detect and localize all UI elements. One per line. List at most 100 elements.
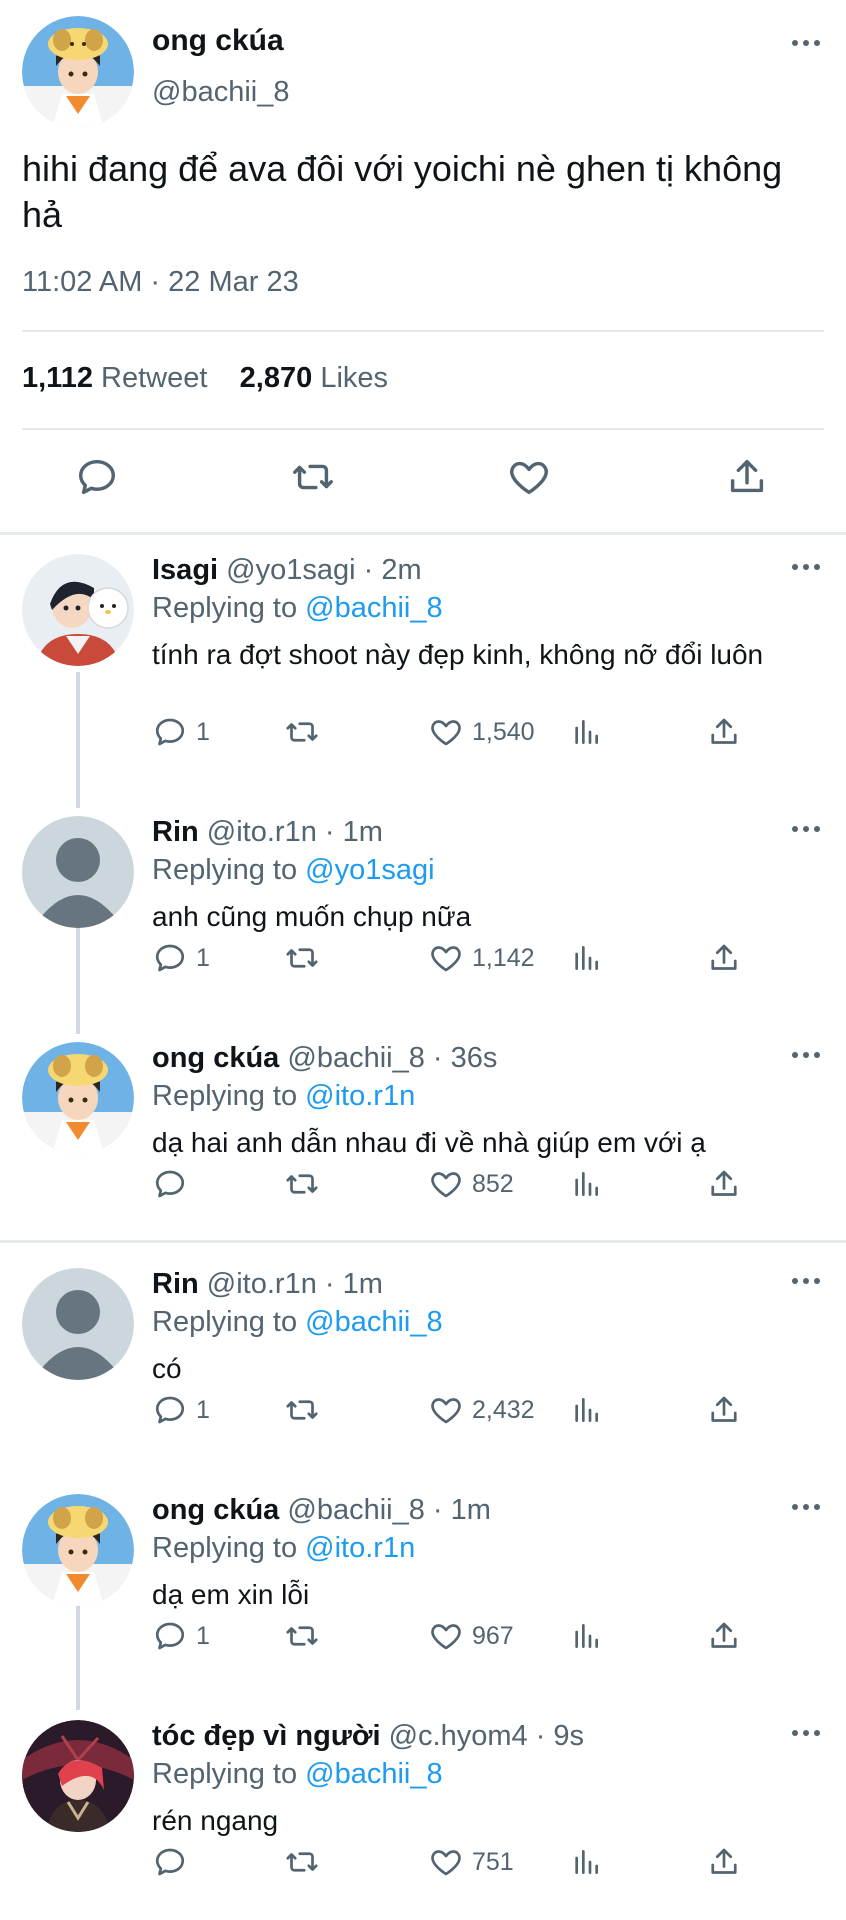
reply-tweet: Rin @ito.r1n · 1m Replying to @yo1sagi a… — [0, 802, 846, 1012]
views-button[interactable] — [570, 1390, 602, 1430]
tweet-text: hihi đang để ava đôi với yoichi nè ghen … — [22, 148, 783, 235]
views-button[interactable] — [570, 938, 602, 978]
reply-author-name[interactable]: ong ckúa — [152, 1042, 279, 1074]
views-button[interactable] — [570, 712, 602, 752]
reply-header: ong ckúa @bachii_8 · 36s — [152, 1042, 498, 1074]
retweet-button[interactable] — [284, 1842, 320, 1882]
more-options-icon[interactable] — [792, 1504, 820, 1510]
isagi-avatar[interactable] — [22, 554, 134, 666]
reply-time[interactable]: 36s — [451, 1042, 498, 1074]
more-options-icon[interactable] — [792, 40, 820, 46]
reply-author-name[interactable]: ong ckúa — [152, 1494, 279, 1526]
views-button[interactable] — [570, 1164, 602, 1204]
share-button[interactable] — [706, 1390, 742, 1430]
like-icon — [431, 1624, 461, 1650]
engagement-stats: 1,112 Retweet 2,870 Likes — [22, 362, 388, 395]
replying-to-handle[interactable]: @yo1sagi — [305, 854, 434, 886]
more-options-icon[interactable] — [792, 564, 820, 570]
like-button[interactable]: 852 — [428, 1164, 514, 1204]
share-icon[interactable] — [724, 454, 770, 500]
replying-to-handle[interactable]: @bachii_8 — [305, 1306, 442, 1338]
like-button[interactable]: 1,540 — [428, 712, 535, 752]
default-avatar[interactable] — [22, 1268, 134, 1380]
like-icon — [431, 1172, 461, 1198]
like-button[interactable]: 2,432 — [428, 1390, 535, 1430]
reply-actions: 751 — [152, 1842, 752, 1882]
bachii-avatar[interactable] — [22, 1494, 134, 1606]
reply-author-handle[interactable]: @yo1sagi — [226, 554, 355, 586]
reply-time[interactable]: 1m — [343, 1268, 383, 1300]
author-handle[interactable]: @bachii_8 — [152, 76, 289, 109]
retweet-button[interactable] — [284, 1390, 320, 1430]
reply-time[interactable]: 2m — [381, 554, 421, 586]
like-button[interactable]: 751 — [428, 1842, 514, 1882]
default-avatar[interactable] — [22, 816, 134, 928]
reply-time[interactable]: 9s — [553, 1720, 584, 1752]
reply-author-handle[interactable]: @bachii_8 — [287, 1042, 424, 1074]
share-icon — [711, 1170, 737, 1196]
views-button[interactable] — [570, 1842, 602, 1882]
reply-icon[interactable] — [74, 454, 120, 500]
reply-tweet: ong ckúa @bachii_8 · 1m Replying to @ito… — [0, 1480, 846, 1690]
retweet-button[interactable] — [284, 1616, 320, 1656]
more-options-icon[interactable] — [792, 826, 820, 832]
likes-count[interactable]: 2,870 — [240, 362, 313, 394]
views-button[interactable] — [570, 1616, 602, 1656]
more-options-icon[interactable] — [792, 1278, 820, 1284]
reply-count: 1 — [196, 1621, 210, 1650]
author-name[interactable]: ong ckúa — [152, 24, 284, 58]
reply-text: dạ em xin lỗi — [152, 1579, 310, 1610]
like-icon — [431, 720, 461, 746]
replying-to-handle[interactable]: @ito.r1n — [305, 1532, 415, 1564]
share-button[interactable] — [706, 1164, 742, 1204]
retweet-button[interactable] — [284, 938, 320, 978]
tweet-timestamp[interactable]: 11:02 AM · 22 Mar 23 — [22, 266, 299, 299]
likes-label[interactable]: Likes — [320, 362, 388, 394]
share-button[interactable] — [706, 1616, 742, 1656]
reply-button[interactable] — [152, 1842, 196, 1882]
share-button[interactable] — [706, 938, 742, 978]
retweet-icon — [286, 1852, 318, 1872]
reply-author-name[interactable]: tóc đẹp vì người — [152, 1720, 381, 1752]
like-button[interactable]: 1,142 — [428, 938, 535, 978]
more-options-icon[interactable] — [792, 1730, 820, 1736]
retweet-icon[interactable] — [290, 454, 336, 500]
reply-author-handle[interactable]: @c.hyom4 — [389, 1720, 528, 1752]
retweet-label[interactable]: Retweet — [101, 362, 207, 394]
reply-author-handle[interactable]: @bachii_8 — [287, 1494, 424, 1526]
reply-button[interactable]: 1 — [152, 938, 210, 978]
reply-button[interactable]: 1 — [152, 1616, 210, 1656]
reply-header: Isagi @yo1sagi · 2m — [152, 554, 422, 586]
share-button[interactable] — [706, 1842, 742, 1882]
reply-text: rén ngang — [152, 1805, 279, 1836]
reply-button[interactable]: 1 — [152, 712, 210, 752]
reply-time[interactable]: 1m — [343, 816, 383, 848]
retweet-button[interactable] — [284, 712, 320, 752]
retweet-button[interactable] — [284, 1164, 320, 1204]
reply-button[interactable]: 1 — [152, 1390, 210, 1430]
reply-tweet: Rin @ito.r1n · 1m Replying to @bachii_8 … — [0, 1254, 846, 1464]
reply-author-name[interactable]: Isagi — [152, 554, 218, 586]
bachii-avatar[interactable] — [22, 1042, 134, 1154]
retweet-icon — [286, 1626, 318, 1646]
reply-author-name[interactable]: Rin — [152, 1268, 199, 1300]
reply-actions: 852 — [152, 1164, 752, 1204]
more-options-icon[interactable] — [792, 1052, 820, 1058]
reply-author-handle[interactable]: @ito.r1n — [207, 1268, 317, 1300]
replying-to: Replying to @bachii_8 — [152, 592, 443, 625]
bachii-avatar[interactable] — [22, 16, 134, 128]
reply-time[interactable]: 1m — [451, 1494, 491, 1526]
reply-button[interactable] — [152, 1164, 196, 1204]
reply-author-name[interactable]: Rin — [152, 816, 199, 848]
replying-to: Replying to @bachii_8 — [152, 1758, 443, 1791]
reply-icon — [155, 718, 185, 746]
reply-author-handle[interactable]: @ito.r1n — [207, 816, 317, 848]
like-button[interactable]: 967 — [428, 1616, 514, 1656]
replying-to-handle[interactable]: @bachii_8 — [305, 1758, 442, 1790]
like-icon[interactable] — [506, 454, 552, 500]
retweet-count[interactable]: 1,112 — [22, 362, 93, 394]
replying-to-handle[interactable]: @bachii_8 — [305, 592, 442, 624]
hyoma-avatar[interactable] — [22, 1720, 134, 1832]
replying-to-handle[interactable]: @ito.r1n — [305, 1080, 415, 1112]
share-button[interactable] — [706, 712, 742, 752]
